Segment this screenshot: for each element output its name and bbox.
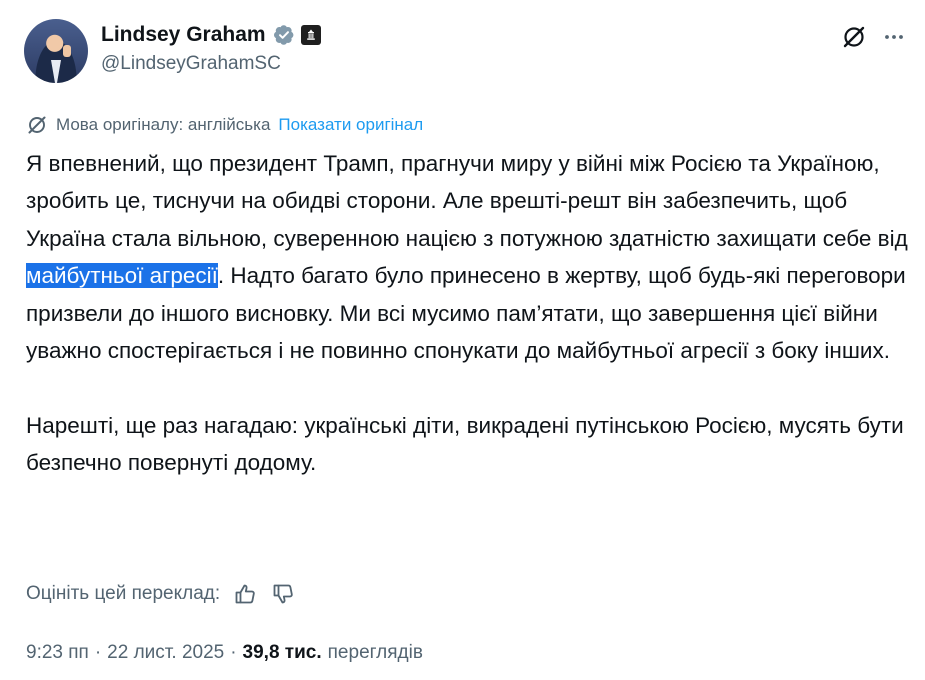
- tweet-date[interactable]: 22 лист. 2025: [107, 642, 224, 664]
- tweet-meta: 9:23 пп · 22 лист. 2025 · 39,8 тис. пере…: [26, 639, 423, 667]
- translation-language: Мова оригіналу: англійська: [56, 115, 271, 134]
- meta-separator: ·: [230, 642, 237, 663]
- tweet-paragraph-2: Нарешті, ще раз нагадаю: українські діти…: [26, 412, 904, 476]
- tweet-paragraph-1: Я впевнений, що президент Трамп, прагнуч…: [26, 145, 916, 369]
- avatar[interactable]: [24, 19, 88, 83]
- rate-translation-row: Оцініть цей переклад:: [26, 580, 296, 608]
- rate-translation-label: Оцініть цей переклад:: [26, 583, 221, 604]
- verified-badge-icon[interactable]: [273, 24, 295, 46]
- tweet-time[interactable]: 9:23 пп: [26, 642, 89, 664]
- grok-translate-icon: [28, 116, 46, 134]
- more-icon: [885, 35, 903, 39]
- more-button[interactable]: [879, 22, 909, 52]
- grok-button[interactable]: [839, 22, 869, 52]
- author-name[interactable]: Lindsey Graham: [101, 23, 266, 47]
- author-handle[interactable]: @LindseyGrahamSC: [101, 53, 281, 75]
- view-count-label[interactable]: переглядів: [328, 642, 423, 664]
- thumbs-up-icon: [235, 584, 255, 604]
- avatar-hand: [63, 45, 71, 57]
- highlighted-text: майбутньої агресії: [26, 263, 218, 289]
- avatar-shirt: [51, 60, 61, 83]
- government-badge-icon[interactable]: [300, 25, 321, 45]
- thumbs-up-button[interactable]: [232, 581, 258, 607]
- meta-separator: ·: [94, 642, 102, 663]
- grok-icon: [843, 26, 865, 48]
- thumbs-down-button[interactable]: [270, 581, 296, 607]
- tweet-text-part: Я впевнений, що президент Трамп, прагнуч…: [26, 151, 908, 251]
- show-original-link[interactable]: Показати оригінал: [278, 115, 423, 135]
- view-count[interactable]: 39,8 тис.: [243, 642, 322, 664]
- author-name-row: Lindsey Graham: [101, 20, 321, 50]
- tweet-text: Я впевнений, що президент Трамп, прагнуч…: [26, 145, 916, 482]
- thumbs-down-icon: [273, 584, 293, 604]
- translation-notice: Мова оригіналу: англійська Показати ориг…: [26, 112, 423, 138]
